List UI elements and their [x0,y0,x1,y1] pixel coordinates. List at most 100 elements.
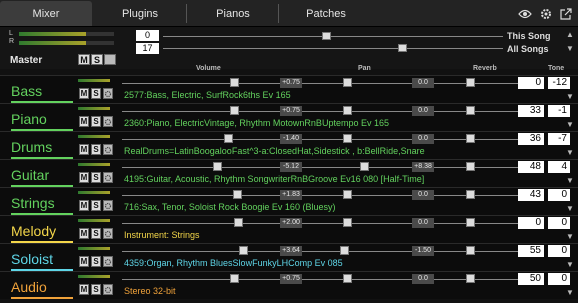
mute-button[interactable]: M [79,144,89,155]
channel-name[interactable]: Drums [11,139,52,155]
this-song-slider[interactable] [163,36,503,37]
volume-slider[interactable] [122,279,280,280]
channel-name[interactable]: Audio [11,279,47,295]
patch-name[interactable]: 2360:Piano, ElectricVintage, Rhythm Moto… [124,118,389,128]
reverb-value-box[interactable]: 33 [518,105,544,117]
fx-button[interactable] [103,172,113,183]
solo-button[interactable]: S [91,200,101,211]
reverb-value-box[interactable]: 48 [518,161,544,173]
arrow-down-icon[interactable]: ▼ [566,44,574,53]
reverb-slider-thumb[interactable] [466,162,475,171]
pan-slider[interactable] [302,83,412,84]
volume-slider-thumb[interactable] [233,190,243,199]
pan-slider[interactable] [302,251,412,252]
solo-button[interactable]: S [91,144,101,155]
reverb-slider[interactable] [434,223,518,224]
patch-name[interactable]: 4195:Guitar, Acoustic, Rhythm Songwriter… [124,174,424,184]
channel-name[interactable]: Piano [11,111,47,127]
pan-slider[interactable] [302,223,412,224]
this-song-slider-thumb[interactable] [322,32,331,40]
volume-slider-thumb[interactable] [223,134,233,143]
pan-slider[interactable] [302,139,412,140]
volume-slider[interactable] [122,167,280,168]
reverb-value-box[interactable]: 43 [518,189,544,201]
reverb-slider-thumb[interactable] [466,134,475,143]
tab-pianos[interactable]: Pianos [188,1,278,26]
gear-icon[interactable] [537,0,555,27]
solo-button[interactable]: S [91,116,101,127]
chevron-down-icon[interactable]: ▼ [566,92,574,101]
reverb-value-box[interactable]: 36 [518,133,544,145]
arrow-up-icon[interactable]: ▲ [566,30,574,39]
chevron-down-icon[interactable]: ▼ [566,148,574,157]
fx-button[interactable] [103,228,113,239]
channel-name[interactable]: Guitar [11,167,49,183]
this-song-volume-box[interactable]: 0 [136,30,159,41]
tone-value-box[interactable]: -7 [548,133,570,145]
pan-slider-thumb[interactable] [343,106,352,115]
fx-button[interactable] [103,284,113,295]
fx-button[interactable] [103,200,113,211]
master-solo-button[interactable]: S [91,54,103,65]
patch-name[interactable]: 2577:Bass, Electric, SurfRock6ths Ev 165 [124,90,291,100]
patch-name[interactable]: Instrument: Strings [124,230,200,240]
reverb-slider-thumb[interactable] [466,246,475,255]
patch-name[interactable]: 4359:Organ, Rhythm BluesSlowFunkyLHComp … [124,258,343,268]
pan-slider[interactable] [302,195,412,196]
solo-button[interactable]: S [91,88,101,99]
mute-button[interactable]: M [79,284,89,295]
solo-button[interactable]: S [91,256,101,267]
all-songs-slider-thumb[interactable] [398,44,407,52]
all-songs-slider[interactable] [163,48,503,49]
volume-slider-thumb[interactable] [230,78,240,87]
pan-slider-thumb[interactable] [343,78,352,87]
reverb-slider[interactable] [434,279,518,280]
reverb-value-box[interactable]: 55 [518,245,544,257]
master-fx-button[interactable] [104,54,116,65]
channel-name[interactable]: Bass [11,83,42,99]
tone-value-box[interactable]: 0 [548,245,570,257]
all-songs-volume-box[interactable]: 17 [136,43,159,54]
pan-slider-thumb[interactable] [343,274,352,283]
tab-plugins[interactable]: Plugins [94,1,186,26]
solo-button[interactable]: S [91,172,101,183]
reverb-slider[interactable] [434,139,518,140]
volume-slider[interactable] [122,223,280,224]
reverb-slider[interactable] [434,195,518,196]
chevron-down-icon[interactable]: ▼ [566,260,574,269]
patch-name[interactable]: 716:Sax, Tenor, Soloist Rock Boogie Ev 1… [124,202,335,212]
reverb-value-box[interactable]: 0 [518,77,544,89]
volume-slider[interactable] [122,195,280,196]
pan-slider[interactable] [302,167,412,168]
chevron-down-icon[interactable]: ▼ [566,204,574,213]
channel-name[interactable]: Melody [11,223,56,239]
chevron-down-icon[interactable]: ▼ [566,176,574,185]
pan-slider[interactable] [302,111,412,112]
volume-slider-thumb[interactable] [234,218,243,227]
mute-button[interactable]: M [79,172,89,183]
mute-button[interactable]: M [79,88,89,99]
tone-value-box[interactable]: -12 [548,77,570,89]
reverb-value-box[interactable]: 0 [518,217,544,229]
channel-name[interactable]: Soloist [11,251,53,267]
reverb-slider-thumb[interactable] [466,218,475,227]
eye-icon[interactable] [516,0,534,27]
reverb-value-box[interactable]: 50 [518,273,544,285]
chevron-down-icon[interactable]: ▼ [566,120,574,129]
reverb-slider-thumb[interactable] [466,106,475,115]
volume-slider-thumb[interactable] [230,274,240,283]
mute-button[interactable]: M [79,256,89,267]
fx-button[interactable] [103,88,113,99]
master-mute-button[interactable]: M [78,54,90,65]
volume-slider-thumb[interactable] [212,162,222,171]
reverb-slider[interactable] [434,251,518,252]
patch-name[interactable]: Stereo 32-bit [124,286,176,296]
tab-mixer[interactable]: Mixer [0,1,92,26]
reverb-slider[interactable] [434,167,518,168]
solo-button[interactable]: S [91,228,101,239]
solo-button[interactable]: S [91,284,101,295]
tone-value-box[interactable]: 4 [548,161,570,173]
volume-slider-thumb[interactable] [238,246,248,255]
fx-button[interactable] [103,116,113,127]
tone-value-box[interactable]: 0 [548,217,570,229]
